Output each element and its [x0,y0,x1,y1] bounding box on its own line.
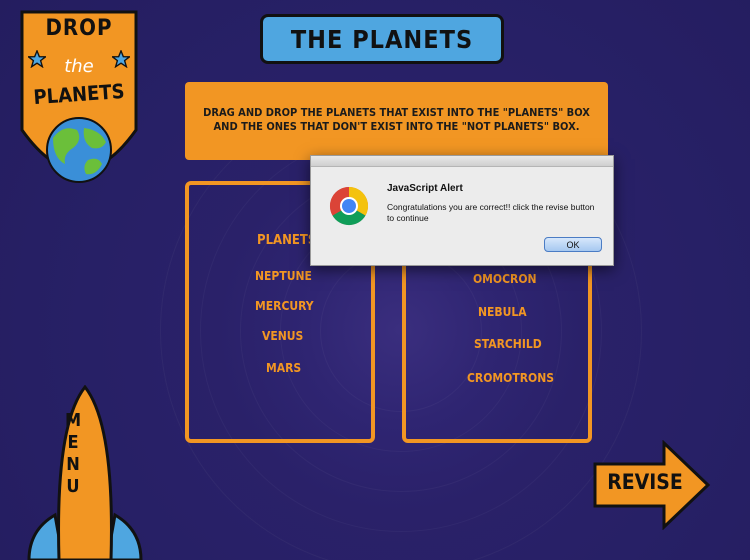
menu-button-label[interactable]: M E N U [58,410,88,498]
planets-box-heading: PLANETS [257,233,317,248]
draggable-planet-item[interactable]: OMOCRON [473,272,537,286]
drop-the-planets-logo: DROP the PLANETS [18,10,140,195]
dialog-title-bar [311,156,613,167]
draggable-planet-item[interactable]: MARS [266,361,301,375]
draggable-planet-item[interactable]: NEBULA [478,305,527,319]
dialog-message: Congratulations you are correct!! click … [387,202,595,223]
instructions-panel: DRAG AND DROP THE PLANETS THAT EXIST INT… [185,82,608,160]
page-title-box: THE PLANETS [260,14,504,64]
earth-icon [46,117,112,183]
ok-button[interactable]: OK [544,237,602,252]
chrome-icon [329,186,369,226]
logo-word-drop: DROP [45,16,113,41]
draggable-planet-item[interactable]: STARCHILD [474,337,542,351]
draggable-planet-item[interactable]: NEPTUNE [255,269,312,283]
logo-word-the: the [64,56,94,77]
revise-button-label[interactable]: REVISE [605,470,685,494]
draggable-planet-item[interactable]: MERCURY [255,299,314,313]
page-title: THE PLANETS [290,24,474,54]
draggable-planet-item[interactable]: CROMOTRONS [467,371,554,385]
javascript-alert-dialog: JavaScript Alert Congratulations you are… [310,155,614,266]
game-background: DROP the PLANETS THE PLANETS DRAG AND DR… [0,0,750,560]
instructions-text: DRAG AND DROP THE PLANETS THAT EXIST INT… [203,106,590,133]
dialog-title: JavaScript Alert [387,183,463,194]
draggable-planet-item[interactable]: VENUS [262,329,303,343]
